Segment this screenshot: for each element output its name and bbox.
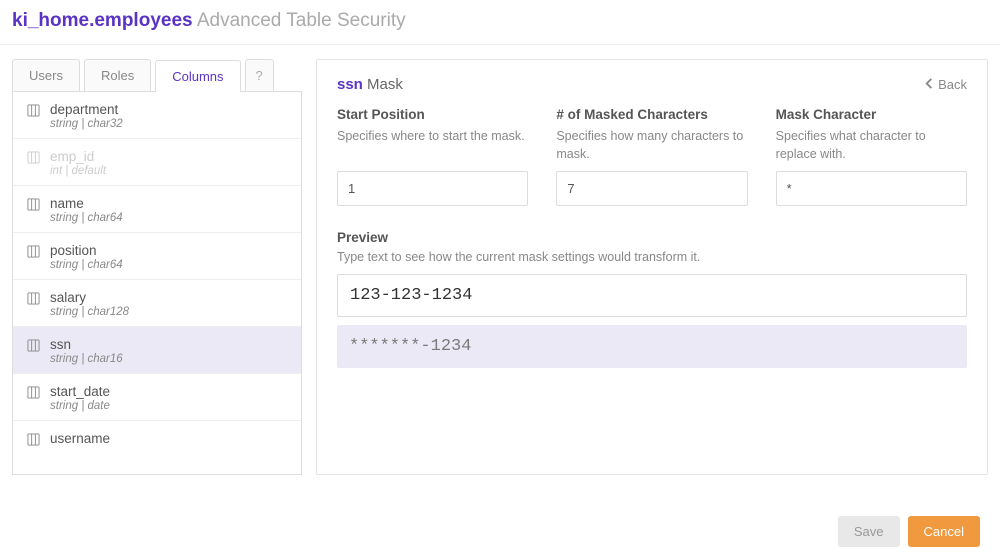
column-item-username[interactable]: username [13, 421, 301, 449]
mask-panel: ssn Mask Back Start Position Specifies w… [316, 59, 988, 475]
column-name: start_date [50, 384, 110, 399]
column-item-salary[interactable]: salarystring | char128 [13, 280, 301, 327]
preview-output: *******-1234 [337, 325, 967, 368]
page-title-text: Advanced Table Security [197, 10, 406, 31]
page-header: ki_home.employees Advanced Table Securit… [0, 0, 1000, 45]
mask-panel-title: ssn Mask [337, 76, 403, 93]
mask-column-name: ssn [337, 76, 363, 93]
column-item-ssn[interactable]: ssnstring | char16 [13, 327, 301, 374]
start-input[interactable] [337, 171, 528, 206]
back-button[interactable]: Back [925, 77, 967, 92]
table-column-icon [27, 151, 40, 164]
column-item-department[interactable]: departmentstring | char32 [13, 92, 301, 139]
char-desc: Specifies what character to replace with… [776, 127, 967, 163]
column-item-start_date[interactable]: start_datestring | date [13, 374, 301, 421]
help-icon: ? [256, 68, 263, 83]
column-meta: string | char128 [50, 306, 129, 318]
char-label: Mask Character [776, 107, 967, 122]
preview-input[interactable] [337, 274, 967, 317]
column-meta: string | char16 [50, 353, 123, 365]
column-item-position[interactable]: positionstring | char64 [13, 233, 301, 280]
column-name: department [50, 102, 123, 117]
column-name: username [50, 431, 110, 446]
table-name: ki_home.employees [12, 10, 193, 31]
column-name: position [50, 243, 123, 258]
cancel-button[interactable]: Cancel [908, 516, 980, 547]
tab-help[interactable]: ? [245, 59, 274, 91]
count-label: # of Masked Characters [556, 107, 747, 122]
column-meta: string | date [50, 400, 110, 412]
column-meta: string | char32 [50, 118, 123, 130]
mask-suffix: Mask [367, 76, 403, 93]
tab-columns[interactable]: Columns [155, 60, 240, 92]
table-column-icon [27, 104, 40, 117]
footer-buttons: Save Cancel [838, 516, 980, 547]
column-meta: string | char64 [50, 212, 123, 224]
chevron-left-icon [925, 77, 934, 92]
back-label: Back [938, 77, 967, 92]
column-name: salary [50, 290, 129, 305]
field-start-position: Start Position Specifies where to start … [337, 107, 528, 206]
preview-desc: Type text to see how the current mask se… [337, 250, 967, 264]
table-column-icon [27, 386, 40, 399]
column-name: ssn [50, 337, 123, 352]
column-meta: string | char64 [50, 259, 123, 271]
table-column-icon [27, 339, 40, 352]
tab-users[interactable]: Users [12, 59, 80, 91]
tab-roles[interactable]: Roles [84, 59, 151, 91]
field-mask-char: Mask Character Specifies what character … [776, 107, 967, 206]
table-column-icon [27, 292, 40, 305]
page-title: ki_home.employees Advanced Table Securit… [12, 10, 988, 32]
field-masked-chars: # of Masked Characters Specifies how man… [556, 107, 747, 206]
column-name: name [50, 196, 123, 211]
count-desc: Specifies how many characters to mask. [556, 127, 747, 163]
count-input[interactable] [556, 171, 747, 206]
columns-sidebar: Users Roles Columns ? departmentstring |… [12, 59, 302, 475]
column-meta: int | default [50, 165, 106, 177]
char-input[interactable] [776, 171, 967, 206]
save-button[interactable]: Save [838, 516, 900, 547]
table-column-icon [27, 198, 40, 211]
start-desc: Specifies where to start the mask. [337, 127, 528, 163]
table-column-icon [27, 433, 40, 446]
column-list: departmentstring | char32emp_idint | def… [12, 91, 302, 475]
table-column-icon [27, 245, 40, 258]
column-item-emp_id: emp_idint | default [13, 139, 301, 186]
start-label: Start Position [337, 107, 528, 122]
sidebar-tabs: Users Roles Columns ? [12, 59, 302, 91]
preview-label: Preview [337, 230, 967, 245]
column-item-name[interactable]: namestring | char64 [13, 186, 301, 233]
column-name: emp_id [50, 149, 106, 164]
